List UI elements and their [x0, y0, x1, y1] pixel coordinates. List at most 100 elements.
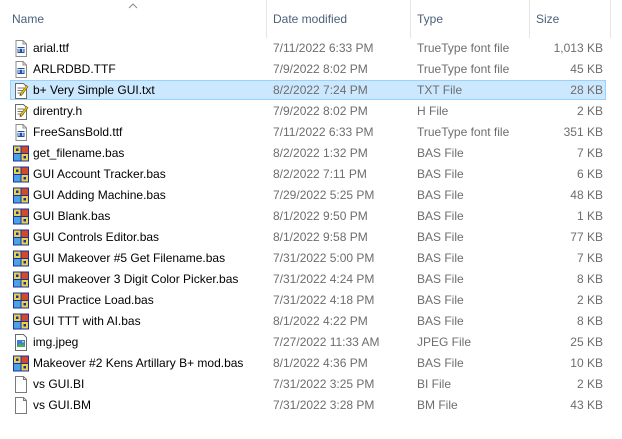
file-size: 2 KB [576, 293, 603, 307]
qb64-file-icon [13, 145, 29, 162]
file-row[interactable]: vs GUI.BI 7/31/2022 3:25 PM BI File 2 KB [10, 374, 606, 394]
file-row[interactable]: GUI Practice Load.bas 7/31/2022 4:18 PM BA… [10, 290, 606, 310]
file-name: FreeSansBold.ttf [33, 125, 123, 139]
file-date-modified: 7/31/2022 4:24 PM [273, 272, 375, 286]
file-size: 8 KB [576, 272, 603, 286]
file-date-modified: 7/11/2022 6:33 PM [273, 41, 374, 55]
column-header-date-label: Date modified [273, 12, 348, 26]
column-header-name-label: Name [12, 12, 45, 26]
column-header-name[interactable]: Name [6, 0, 266, 38]
file-type: BAS File [417, 272, 464, 286]
blank-file-icon [13, 376, 29, 393]
image-file-icon [13, 334, 29, 351]
file-date-modified: 8/1/2022 9:58 PM [273, 230, 368, 244]
file-type: JPEG File [417, 335, 472, 349]
file-date-modified: 7/9/2022 8:02 PM [273, 62, 368, 76]
file-size: 25 KB [570, 335, 603, 349]
font-file-icon: TT [13, 61, 29, 78]
file-name: get_filename.bas [33, 146, 125, 160]
file-size: 351 KB [563, 125, 603, 139]
file-type: BAS File [417, 314, 464, 328]
file-type: BAS File [417, 293, 464, 307]
file-row[interactable]: direntry.h 7/9/2022 8:02 PM H File 2 KB [10, 101, 606, 121]
file-row[interactable]: Makeover #2 Kens Artillary B+ mod.bas 8/1… [10, 353, 606, 373]
file-date-modified: 7/11/2022 6:33 PM [273, 125, 374, 139]
file-row[interactable]: GUI Blank.bas 8/1/2022 9:50 PM BAS File 1 K… [10, 206, 606, 226]
file-type: BAS File [417, 356, 464, 370]
file-name: img.jpeg [33, 335, 79, 349]
file-row[interactable]: GUI Makeover #5 Get Filename.bas 7/31/202… [10, 248, 606, 268]
file-size: 48 KB [570, 188, 603, 202]
svg-text:TT: TT [17, 132, 25, 138]
blank-file-icon [13, 397, 29, 414]
file-size: 1,013 KB [553, 41, 603, 55]
qb64-file-icon [13, 271, 29, 288]
file-row[interactable]: GUI Account Tracker.bas 8/2/2022 7:11 PM B… [10, 164, 606, 184]
file-size: 43 KB [570, 398, 603, 412]
file-date-modified: 8/1/2022 4:22 PM [273, 314, 368, 328]
file-date-modified: 8/2/2022 7:24 PM [273, 83, 368, 97]
file-date-modified: 7/29/2022 5:25 PM [273, 188, 375, 202]
file-type: TrueType font file [417, 62, 510, 76]
file-explorer-list: Name Date modified Type Size TT arial.ttf… [0, 0, 622, 439]
qb64-file-icon [13, 229, 29, 246]
file-date-modified: 8/1/2022 9:50 PM [273, 209, 368, 223]
file-type: BI File [417, 377, 452, 391]
file-name: vs GUI.BI [33, 377, 85, 391]
column-divider[interactable] [610, 0, 611, 38]
file-row[interactable]: TT arial.ttf 7/11/2022 6:33 PM TrueType fon… [10, 38, 606, 58]
file-type: BAS File [417, 230, 464, 244]
file-size: 7 KB [576, 251, 603, 265]
qb64-file-icon [13, 166, 29, 183]
file-type: BAS File [417, 167, 464, 181]
file-name: GUI Practice Load.bas [33, 293, 154, 307]
column-header-type-label: Type [417, 12, 444, 26]
file-name: GUI Makeover #5 Get Filename.bas [33, 251, 226, 265]
file-type: H File [417, 104, 449, 118]
file-row[interactable]: GUI Controls Editor.bas 8/1/2022 9:58 PM B… [10, 227, 606, 247]
file-size: 77 KB [570, 230, 603, 244]
qb64-file-icon [13, 208, 29, 225]
file-date-modified: 8/2/2022 1:32 PM [273, 146, 368, 160]
file-row[interactable]: TT ARLRDBD.TTF 7/9/2022 8:02 PM TrueType fo… [10, 59, 606, 79]
file-size: 2 KB [576, 104, 603, 118]
file-row[interactable]: GUI Adding Machine.bas 7/29/2022 5:25 PM B… [10, 185, 606, 205]
file-size: 1 KB [576, 209, 603, 223]
file-type: BAS File [417, 146, 464, 160]
font-file-icon: TT [13, 124, 29, 141]
file-row[interactable]: GUI TTT with AI.bas 8/1/2022 4:22 PM BAS F… [10, 311, 606, 331]
qb64-file-icon [13, 313, 29, 330]
file-name: Makeover #2 Kens Artillary B+ mod.bas [33, 356, 244, 370]
file-name: ARLRDBD.TTF [33, 62, 116, 76]
file-row[interactable]: GUI makeover 3 Digit Color Picker.bas 7/3… [10, 269, 606, 289]
column-header-size-label: Size [536, 12, 560, 26]
text-file-icon [13, 82, 29, 99]
column-header-date[interactable]: Date modified [267, 0, 410, 38]
file-name: GUI Blank.bas [33, 209, 111, 223]
file-name: GUI Controls Editor.bas [33, 230, 160, 244]
text-file-icon [13, 103, 29, 120]
file-row-selected[interactable]: b+ Very Simple GUI.txt 8/2/2022 7:24 PM TX… [10, 80, 606, 100]
file-size: 2 KB [576, 377, 603, 391]
file-name: GUI Account Tracker.bas [33, 167, 166, 181]
file-name: arial.ttf [33, 41, 70, 55]
file-date-modified: 7/31/2022 3:25 PM [273, 377, 375, 391]
column-header-type[interactable]: Type [411, 0, 529, 38]
file-type: BAS File [417, 188, 464, 202]
file-date-modified: 7/27/2022 11:33 AM [273, 335, 380, 349]
file-row[interactable]: TT FreeSansBold.ttf 7/11/2022 6:33 PM TrueT… [10, 122, 606, 142]
file-row[interactable]: get_filename.bas 8/2/2022 1:32 PM BAS File… [10, 143, 606, 163]
file-date-modified: 7/31/2022 3:28 PM [273, 398, 375, 412]
file-date-modified: 7/9/2022 8:02 PM [273, 104, 368, 118]
file-size: 7 KB [576, 146, 603, 160]
file-row[interactable]: vs GUI.BM 7/31/2022 3:28 PM BM File 43 KB [10, 395, 606, 415]
qb64-file-icon [13, 187, 29, 204]
file-name: vs GUI.BM [33, 398, 92, 412]
file-row[interactable]: img.jpeg 7/27/2022 11:33 AM JPEG File 25 KB [10, 332, 606, 352]
file-name: GUI Adding Machine.bas [33, 188, 166, 202]
file-size: 45 KB [570, 62, 603, 76]
file-type: BAS File [417, 251, 464, 265]
column-header-size[interactable]: Size [530, 0, 610, 38]
file-type: TrueType font file [417, 125, 510, 139]
file-size: 6 KB [576, 167, 603, 181]
